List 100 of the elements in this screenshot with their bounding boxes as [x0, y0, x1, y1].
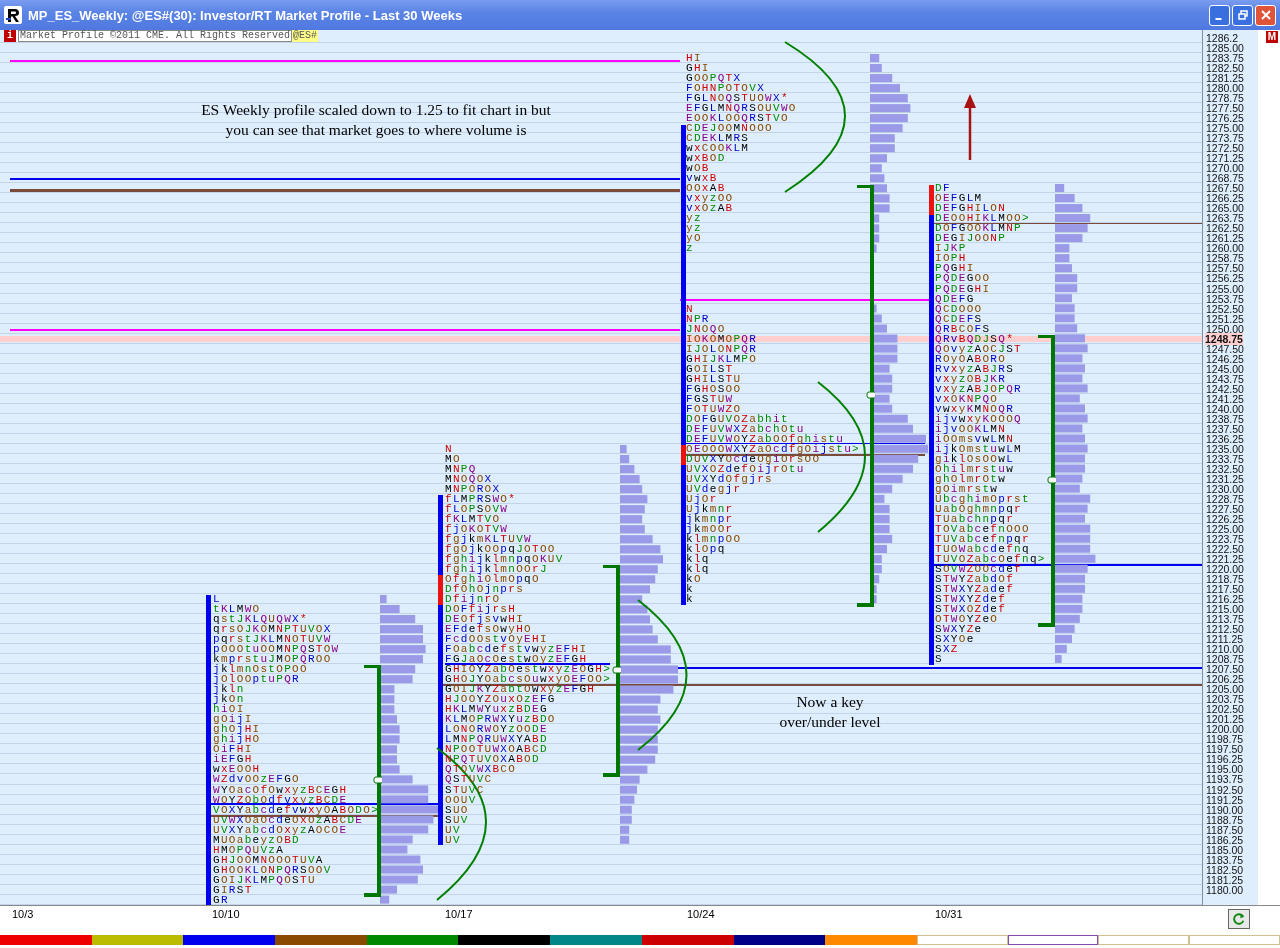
tpo-row: N — [686, 303, 694, 314]
tpo-row: vwxyKMNOQR — [935, 403, 1015, 414]
tpo-row: z — [686, 243, 694, 254]
tpo-row: hiOI — [213, 704, 245, 715]
price-label: 1277.50 — [1206, 103, 1244, 114]
price-label: 1242.50 — [1206, 383, 1244, 394]
tpo-row: IOKOMOPQR — [686, 333, 758, 344]
price-label: 1231.25 — [1206, 473, 1244, 484]
price-label: 1202.50 — [1206, 704, 1244, 715]
tpo-row: qstJKLQUQWX* — [213, 614, 308, 625]
price-label: 1233.75 — [1206, 453, 1244, 464]
tpo-row: WYOacOfOwxyzBCEGH — [213, 784, 348, 795]
tpo-row: ijvwxyKOOOQ — [935, 413, 1022, 424]
price-label: 1193.75 — [1206, 774, 1244, 785]
tpo-row: tKLMWO — [213, 604, 261, 615]
tpo-row: wxBOD — [686, 153, 726, 164]
tpo-row: IOPH — [935, 253, 967, 264]
price-label: 1207.50 — [1206, 664, 1244, 675]
tpo-row: SOVWZOOcdef — [935, 564, 1022, 575]
tpo-row: TUabchnpqr — [935, 513, 1015, 524]
tpo-row: FOHNPOTOVX — [686, 83, 766, 94]
tpo-row: EFGLMNQRSOUVWO — [686, 103, 797, 114]
tpo-row: FOTUWZO — [686, 403, 742, 414]
price-label: 1246.25 — [1206, 353, 1244, 364]
tpo-row: GOILST — [686, 363, 734, 374]
tpo-row: DEOfjsvwHI — [445, 614, 525, 625]
tpo-row: JNOQO — [686, 323, 726, 334]
tpo-row: S — [935, 654, 943, 665]
tpo-row: FGSTUW — [686, 393, 734, 404]
price-label: 1222.50 — [1206, 544, 1244, 554]
tpo-row: CDEJOOMNOOO — [686, 123, 773, 134]
tpo-row: NPOOTUWXOABCD — [445, 744, 548, 755]
price-label: 1272.50 — [1206, 143, 1244, 154]
tpo-row: OTWOYZeO — [935, 614, 999, 625]
symbol-label: @ES# — [292, 30, 319, 42]
tpo-row: wxCOOKLM — [686, 143, 750, 154]
tpo-row: MUOabeyzOBD — [213, 834, 300, 845]
marker-badge[interactable]: M — [1265, 31, 1278, 43]
tpo-row: GOIJKLMPQOSTU — [213, 874, 316, 885]
tpo-row: MNOQOX — [445, 473, 493, 484]
tpo-row: FcdOOstvOyEHI — [445, 634, 548, 645]
tpo-row: MO — [445, 453, 461, 464]
price-label: 1286.2 — [1206, 33, 1239, 44]
tpo-row: qrsOJKOMNPTUVOX — [213, 624, 332, 635]
tpo-row: DEFGHILON — [935, 203, 1007, 214]
tpo-row: DOFGOOKLMNP — [935, 223, 1022, 234]
price-label: 1263.75 — [1206, 213, 1244, 224]
tpo-row: vxyzOBJKR — [935, 373, 1007, 384]
price-label: 1281.25 — [1206, 73, 1244, 84]
price-label: 1227.50 — [1206, 503, 1244, 514]
tpo-row: QCDEFS — [935, 313, 983, 324]
price-label: 1285.00 — [1206, 43, 1244, 53]
tpo-row: STWXYZadef — [935, 584, 1015, 595]
tpo-row: vxOzAB — [686, 203, 734, 214]
tpo-row: fjOKOTVW — [445, 523, 509, 534]
tpo-row: ROyOABORO — [935, 353, 1007, 364]
tpo-row: DUVXYOcdeOgiOrsOO — [686, 453, 821, 464]
price-label: 1217.50 — [1206, 584, 1244, 595]
tpo-row: OiFHI — [213, 744, 253, 755]
tpo-row: PQDEGHI — [935, 283, 991, 294]
price-label: 1211.25 — [1206, 634, 1244, 645]
tpo-row: SUV — [445, 814, 469, 825]
tpo-row: ijvOOKLMN — [935, 423, 1007, 434]
tpo-row: GHILSTU — [686, 373, 742, 384]
tpo-row: fLMPRSWO* — [445, 493, 517, 504]
tpo-row: pqrstJKLMNOTUVW — [213, 634, 332, 645]
tpo-row: CDEKLMRS — [686, 133, 750, 144]
tpo-row: LMNPQRUWXYABD — [445, 734, 548, 745]
tpo-row: UV — [445, 834, 461, 845]
tpo-row: IJOLONPQR — [686, 343, 758, 354]
price-label: 1266.25 — [1206, 193, 1244, 204]
price-label: 1213.75 — [1206, 614, 1244, 625]
tpo-row: kO — [686, 574, 702, 585]
window-title: MP_ES_Weekly: @ES#(30): Investor/RT Market Profile - Last 30 Weeks — [28, 7, 464, 23]
tpo-row: UjOr — [686, 493, 718, 504]
tpo-row: HJOOYZOuxOzEFG — [445, 694, 556, 705]
price-label: 1268.75 — [1206, 173, 1244, 184]
tpo-row: MNPOROX — [445, 483, 501, 494]
tpo-row: SXZ — [935, 644, 959, 655]
price-label: 1247.50 — [1206, 343, 1244, 354]
tpo-row: yO — [686, 233, 702, 244]
tpo-row: wOB — [686, 163, 710, 174]
date-label: 10/3 — [12, 908, 34, 920]
tpo-row: vxyzABJOPQR — [935, 383, 1022, 394]
info-badge[interactable]: i — [4, 30, 16, 42]
tpo-row: HKLMWYuxzBDEG — [445, 704, 548, 715]
tpo-row: DEFUVWXZabchOtu — [686, 423, 805, 434]
price-label: 1196.25 — [1206, 754, 1244, 765]
tpo-row: DEGIJOONP — [935, 233, 1007, 244]
price-label: 1226.25 — [1206, 513, 1244, 524]
tpo-row: SWXYZe — [935, 624, 983, 635]
tpo-row: TOVabcefnOOO — [935, 523, 1030, 534]
tpo-row: KLMOPRWXYuzBDO — [445, 714, 556, 725]
price-label: 1258.75 — [1206, 253, 1244, 264]
tpo-row: k — [686, 594, 694, 605]
tpo-row: DfijnrO — [445, 594, 501, 605]
tpo-row: UVWXOaOcdeOxOzABCDE — [213, 814, 364, 825]
annotation-text: ES Weekly profile scaled down to 1.25 to fit chart in but you can see that market goes to where volume is — [200, 100, 552, 140]
price-label: 1181.25 — [1206, 874, 1244, 885]
price-label: 1212.50 — [1206, 624, 1244, 635]
